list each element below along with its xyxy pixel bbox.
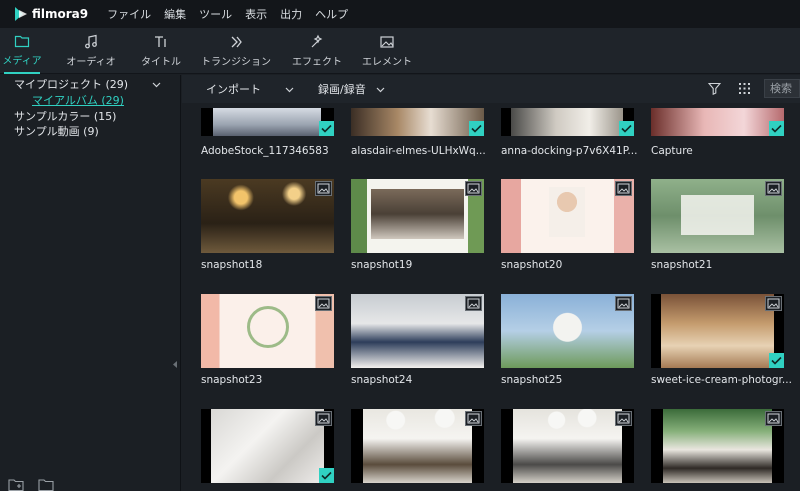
media-name: Capture — [651, 145, 693, 157]
image-type-icon — [765, 411, 782, 426]
sidebar-item-my-album[interactable]: マイアルバム (29) — [32, 92, 124, 108]
media-name: snapshot20 — [501, 259, 563, 271]
media-name: snapshot24 — [351, 374, 413, 386]
app-logo: filmora9 — [14, 7, 88, 21]
effect-icon — [311, 34, 323, 48]
image-type-icon — [465, 411, 482, 426]
chevron-down-icon[interactable] — [152, 80, 161, 89]
checkmark-icon — [769, 121, 784, 136]
media-thumbnail — [351, 108, 484, 136]
media-thumbnail — [351, 179, 484, 253]
tab-transitions[interactable]: トランジション — [201, 28, 271, 74]
tab-audio[interactable]: オーディオ — [66, 28, 116, 74]
menu-bar: filmora9 ファイル 編集 ツール 表示 出力 ヘルプ — [0, 0, 800, 28]
record-dropdown[interactable]: 録画/録音 — [318, 81, 385, 97]
menu-view[interactable]: 表示 — [245, 6, 267, 22]
media-thumbnail — [651, 179, 784, 253]
text-title-icon — [155, 36, 166, 47]
media-name: alasdair-elmes-ULHxWq... — [351, 145, 486, 157]
checkmark-icon — [319, 121, 334, 136]
new-folder-icon[interactable] — [8, 478, 24, 491]
tab-effects-label: エフェクト — [292, 57, 342, 68]
media-thumbnail — [501, 108, 634, 136]
tab-titles[interactable]: タイトル — [140, 28, 182, 74]
grid-view-icon[interactable] — [738, 82, 751, 95]
menu-export[interactable]: 出力 — [280, 6, 302, 22]
import-dropdown[interactable]: インポート — [206, 81, 294, 97]
checkmark-icon — [469, 121, 484, 136]
sidebar-item-sample-videos[interactable]: サンプル動画 (9) — [14, 123, 99, 139]
media-thumbnail — [351, 409, 484, 483]
image-type-icon — [765, 181, 782, 196]
media-name: snapshot21 — [651, 259, 713, 271]
filmora-logo-icon — [15, 7, 27, 21]
import-label: インポート — [206, 83, 261, 96]
image-type-icon — [615, 411, 632, 426]
image-type-icon — [765, 296, 782, 311]
tab-audio-label: オーディオ — [66, 57, 116, 68]
media-browser: インポート 録画/録音 検索 AdobeStock_117346583 alas… — [182, 75, 800, 491]
media-name: snapshot25 — [501, 374, 563, 386]
checkmark-icon — [319, 468, 334, 483]
image-type-icon — [465, 181, 482, 196]
media-name: snapshot18 — [201, 259, 263, 271]
media-thumbnail — [501, 294, 634, 368]
tab-titles-label: タイトル — [141, 57, 181, 68]
media-thumbnail — [351, 294, 484, 368]
sidebar-footer — [8, 478, 68, 491]
image-type-icon — [615, 181, 632, 196]
record-label: 録画/録音 — [318, 83, 366, 96]
folder-icon[interactable] — [38, 478, 54, 491]
media-thumbnail — [651, 409, 784, 483]
tab-transitions-label: トランジション — [201, 57, 271, 68]
media-thumbnail — [651, 294, 784, 368]
tab-effects[interactable]: エフェクト — [292, 28, 342, 74]
chevron-down-icon — [285, 87, 294, 92]
tab-elements[interactable]: エレメント — [362, 28, 412, 74]
menu-tools[interactable]: ツール — [199, 6, 232, 22]
media-name: sweet-ice-cream-photogr... — [651, 374, 791, 386]
media-name: snapshot23 — [201, 374, 263, 386]
media-thumbnail — [201, 409, 334, 483]
image-type-icon — [315, 411, 332, 426]
tab-media[interactable]: メディア — [2, 28, 42, 74]
checkmark-icon — [769, 353, 784, 368]
chevron-down-icon — [376, 87, 385, 92]
media-thumbnail — [201, 108, 334, 136]
folder-icon — [14, 35, 30, 48]
media-name: anna-docking-p7v6X41P... — [501, 145, 638, 157]
image-type-icon — [615, 296, 632, 311]
media-thumbnail — [201, 179, 334, 253]
tab-media-label: メディア — [2, 56, 42, 67]
app-logo-text: filmora9 — [32, 7, 89, 21]
transition-icon — [231, 36, 242, 48]
media-thumbnail — [501, 409, 634, 483]
image-type-icon — [315, 296, 332, 311]
media-library-sidebar: マイプロジェクト (29) マイアルバム (29) サンプルカラー (15) サ… — [0, 75, 181, 491]
media-browser-toolbar: インポート 録画/録音 検索 — [182, 75, 800, 103]
checkmark-icon — [619, 121, 634, 136]
search-input[interactable]: 検索 — [764, 79, 800, 98]
media-thumbnail — [201, 294, 334, 368]
tab-elements-label: エレメント — [362, 57, 412, 68]
element-image-icon — [380, 36, 394, 48]
media-thumbnail — [651, 108, 784, 136]
media-name: snapshot19 — [351, 259, 413, 271]
collapse-panel-icon[interactable] — [173, 361, 178, 368]
menu-help[interactable]: ヘルプ — [315, 6, 348, 22]
music-note-icon — [85, 34, 97, 49]
media-name: AdobeStock_117346583 — [201, 145, 329, 157]
filter-icon[interactable] — [708, 82, 721, 95]
main-toolbar: メディア オーディオ タイトル トランジション エフェクト エレメント — [0, 28, 800, 74]
media-thumbnail — [501, 179, 634, 253]
image-type-icon — [315, 181, 332, 196]
menu-edit[interactable]: 編集 — [164, 6, 186, 22]
menu-file[interactable]: ファイル — [107, 6, 151, 22]
image-type-icon — [465, 296, 482, 311]
sidebar-item-sample-colors[interactable]: サンプルカラー (15) — [14, 108, 116, 124]
sidebar-item-my-projects[interactable]: マイプロジェクト (29) — [14, 76, 128, 92]
